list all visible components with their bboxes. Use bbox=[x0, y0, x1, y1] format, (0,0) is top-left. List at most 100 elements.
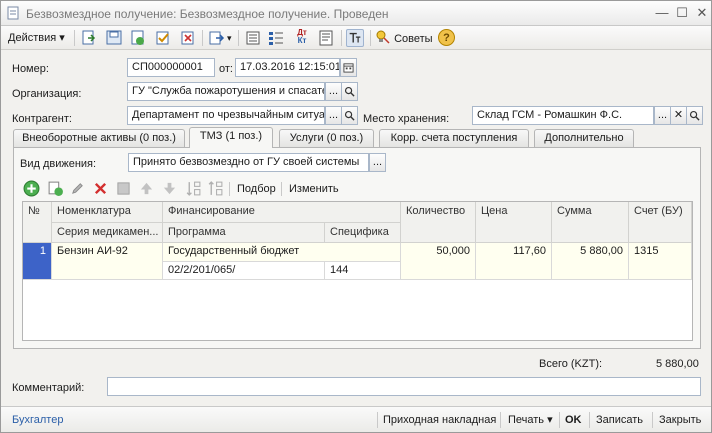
tab-additional[interactable]: Дополнительно bbox=[534, 129, 634, 147]
toolbar-separator bbox=[370, 30, 371, 46]
chevron-down-icon: ▾ bbox=[59, 32, 65, 44]
nomenclature-cell[interactable]: Бензин АИ-92 bbox=[52, 243, 163, 280]
document-window: Безвозмездное получение: Безвозмездное п… bbox=[0, 0, 712, 433]
column-header-account[interactable]: Счет (БУ) bbox=[629, 202, 692, 243]
report-icon[interactable] bbox=[317, 29, 335, 47]
toolbar-separator bbox=[341, 30, 342, 46]
counterparty-select-button[interactable]: ... bbox=[325, 106, 342, 125]
search-icon[interactable] bbox=[341, 106, 358, 125]
selection-button[interactable]: Подбор bbox=[237, 181, 276, 197]
row-number-cell[interactable]: 1 bbox=[23, 243, 52, 280]
sort-ascending-icon[interactable] bbox=[185, 180, 202, 197]
toolbar-separator bbox=[281, 182, 282, 196]
movement-type-select-button[interactable]: ... bbox=[369, 153, 386, 172]
search-icon[interactable] bbox=[686, 106, 703, 125]
bottom-separator bbox=[559, 412, 560, 428]
end-edit-icon[interactable] bbox=[116, 181, 131, 196]
number-field[interactable]: СП000000001 bbox=[127, 58, 215, 77]
date-field[interactable]: 17.03.2016 12:15:01 bbox=[235, 58, 340, 77]
bottom-separator bbox=[500, 412, 501, 428]
counterparty-label: Контрагент: bbox=[12, 113, 72, 125]
help-icon[interactable]: ? bbox=[438, 29, 455, 46]
main-toolbar: Действия ▾ ▾ Дт Кт Советы ? bbox=[1, 26, 711, 50]
sum-cell[interactable]: 5 880,00 bbox=[552, 243, 629, 280]
print-label: Печать bbox=[508, 414, 545, 426]
text-format-icon[interactable] bbox=[346, 29, 364, 47]
actions-label: Действия bbox=[8, 32, 57, 44]
print-button[interactable]: Печать ▾ bbox=[508, 412, 553, 428]
storage-label: Место хранения: bbox=[363, 113, 450, 125]
account-cell[interactable]: 1315 bbox=[629, 243, 692, 280]
financing-cell[interactable]: Государственный бюджет bbox=[163, 243, 401, 262]
sort-descending-icon[interactable] bbox=[207, 180, 224, 197]
advice-label: Советы bbox=[394, 33, 433, 45]
tab-services[interactable]: Услуги (0 поз.) bbox=[279, 129, 374, 147]
ok-button[interactable]: OK bbox=[565, 412, 582, 428]
tab-fixed-assets[interactable]: Внеоборотные активы (0 поз.) bbox=[13, 129, 185, 147]
post-icon[interactable] bbox=[154, 29, 172, 47]
column-header-price[interactable]: Цена bbox=[476, 202, 552, 243]
save-button[interactable]: Записать bbox=[596, 412, 643, 428]
organization-select-button[interactable]: ... bbox=[325, 82, 342, 101]
chevron-down-icon[interactable]: ▾ bbox=[227, 29, 232, 47]
storage-select-button[interactable]: ... bbox=[654, 106, 671, 125]
specifics-cell[interactable]: 144 bbox=[325, 262, 401, 280]
column-header-program[interactable]: Программа bbox=[163, 223, 325, 243]
counterparty-field[interactable]: Департамент по чрезвычайным ситуа bbox=[127, 106, 325, 125]
tab-corr-accounts[interactable]: Корр. счета поступления bbox=[379, 129, 529, 147]
actions-menu-button[interactable]: Действия ▾ bbox=[8, 29, 65, 47]
kt-label: Кт bbox=[297, 36, 307, 45]
maximize-button[interactable]: ☐ bbox=[673, 5, 691, 21]
date-label: от: bbox=[219, 63, 233, 75]
toolbar-separator bbox=[202, 30, 203, 46]
close-button[interactable]: Закрыть bbox=[659, 412, 701, 428]
organization-field[interactable]: ГУ "Служба пожаротушения и спасате bbox=[127, 82, 325, 101]
dt-kt-icon[interactable]: Дт Кт bbox=[293, 29, 311, 47]
refresh-icon[interactable] bbox=[129, 29, 147, 47]
move-down-icon[interactable] bbox=[162, 181, 177, 196]
minimize-button[interactable]: — bbox=[653, 5, 671, 21]
edit-button[interactable]: Изменить bbox=[289, 181, 339, 197]
column-header-quantity[interactable]: Количество bbox=[401, 202, 476, 243]
movement-type-label: Вид движения: bbox=[20, 158, 97, 170]
structure-icon[interactable] bbox=[267, 29, 285, 47]
column-header-sum[interactable]: Сумма bbox=[552, 202, 629, 243]
column-header-series[interactable]: Серия медикамен... bbox=[52, 223, 163, 243]
window-title: Безвозмездное получение: Безвозмездное п… bbox=[26, 7, 389, 21]
search-icon[interactable] bbox=[341, 82, 358, 101]
number-label: Номер: bbox=[12, 63, 49, 75]
calendar-icon[interactable] bbox=[340, 58, 357, 77]
document-icon bbox=[7, 6, 19, 20]
column-header-financing[interactable]: Финансирование bbox=[163, 202, 401, 223]
column-header-specifics[interactable]: Специфика bbox=[325, 223, 401, 243]
edit-row-icon[interactable] bbox=[70, 181, 85, 196]
bottom-separator bbox=[652, 412, 653, 428]
invoice-button[interactable]: Приходная накладная bbox=[383, 412, 496, 428]
delete-row-icon[interactable] bbox=[93, 181, 108, 196]
column-header-nomenclature[interactable]: Номенклатура bbox=[52, 202, 163, 223]
price-cell[interactable]: 117,60 bbox=[476, 243, 552, 280]
unpost-icon[interactable] bbox=[179, 29, 197, 47]
move-up-icon[interactable] bbox=[139, 181, 154, 196]
movement-type-field[interactable]: Принято безвозмездно от ГУ своей системы bbox=[128, 153, 369, 172]
write-icon[interactable] bbox=[105, 29, 123, 47]
close-window-button[interactable]: ✕ bbox=[693, 5, 711, 21]
advice-button[interactable]: Советы bbox=[375, 29, 433, 47]
accountant-link[interactable]: Бухгалтер bbox=[12, 412, 63, 428]
column-header-number[interactable]: № bbox=[23, 202, 52, 243]
storage-clear-button[interactable]: ✕ bbox=[670, 106, 687, 125]
chevron-down-icon: ▾ bbox=[547, 414, 553, 426]
goods-table: № Номенклатура Финансирование Количество… bbox=[22, 201, 693, 341]
tab-tmz[interactable]: ТМЗ (1 поз.) bbox=[189, 127, 273, 148]
post-and-close-icon[interactable] bbox=[80, 29, 98, 47]
go-to-icon[interactable] bbox=[208, 29, 226, 47]
copy-row-icon[interactable] bbox=[47, 180, 64, 197]
list-icon[interactable] bbox=[244, 29, 262, 47]
add-row-icon[interactable] bbox=[23, 180, 40, 197]
storage-field[interactable]: Склад ГСМ - Ромашкин Ф.С. bbox=[472, 106, 654, 125]
program-cell[interactable]: 02/2/201/065/ bbox=[163, 262, 325, 280]
comment-field[interactable] bbox=[107, 377, 701, 396]
lightbulb-icon bbox=[376, 30, 390, 44]
toolbar-separator bbox=[74, 30, 75, 46]
quantity-cell[interactable]: 50,000 bbox=[401, 243, 476, 280]
